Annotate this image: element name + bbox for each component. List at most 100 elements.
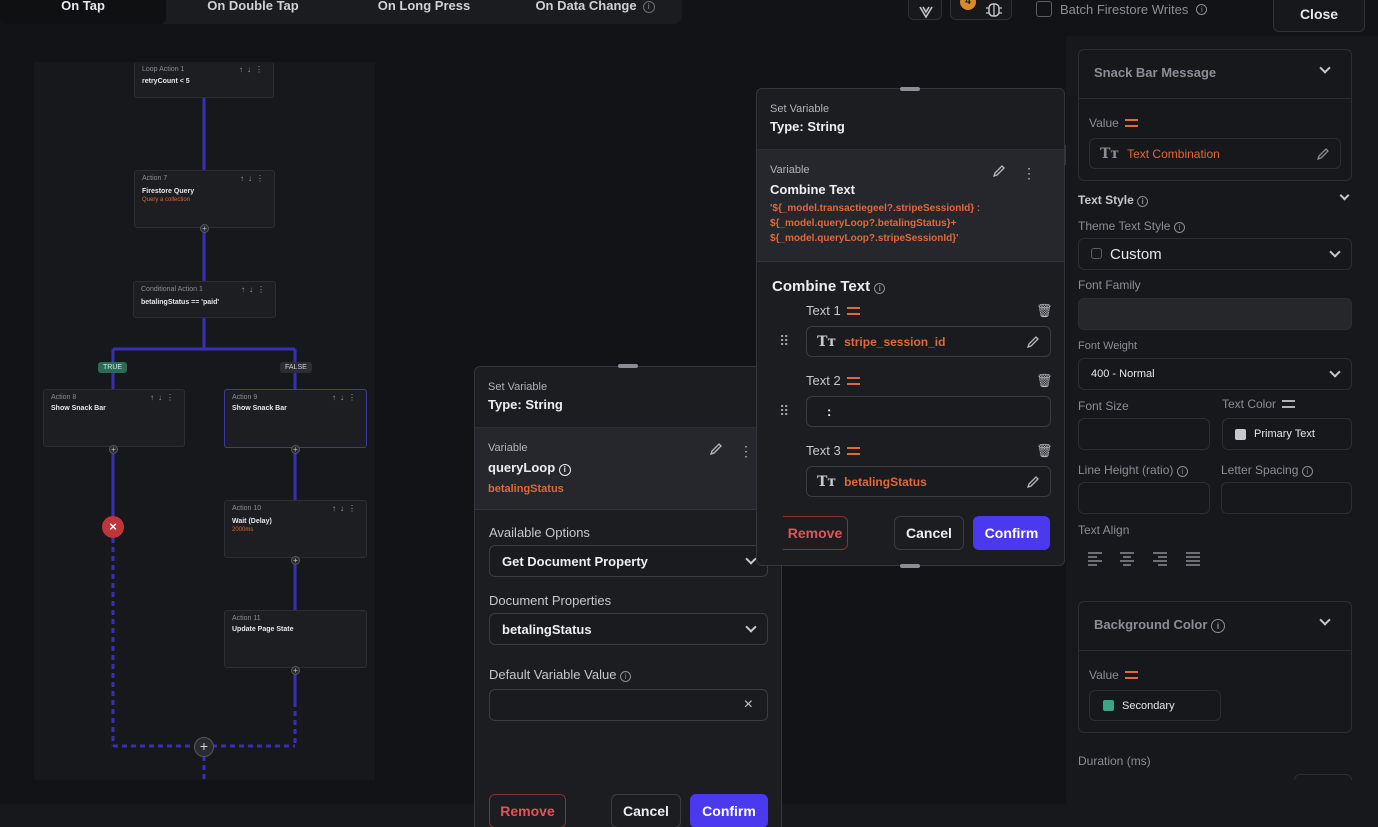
value-label: Value bbox=[1089, 116, 1138, 130]
available-options-label: Available Options bbox=[489, 525, 590, 540]
line-height-input[interactable] bbox=[1078, 482, 1210, 514]
clear-icon[interactable]: × bbox=[744, 696, 753, 714]
node-controls[interactable]: ↑↓⋮ bbox=[332, 393, 360, 402]
text-color-value: Primary Text bbox=[1254, 428, 1315, 440]
node-title: Update Page State bbox=[232, 626, 294, 633]
variable-section: Variable queryLoop i betalingStatus ⋮ bbox=[475, 428, 781, 510]
available-options-dropdown[interactable]: Get Document Property bbox=[489, 545, 768, 577]
node-controls[interactable]: ↑↓⋮ bbox=[150, 393, 178, 402]
node-title: Wait (Delay) bbox=[232, 518, 272, 525]
action-9-node[interactable]: Action 9 Show Snack Bar ↑↓⋮ bbox=[224, 389, 367, 448]
debug-icon-button[interactable] bbox=[908, 0, 942, 20]
chevron-down-icon[interactable] bbox=[1339, 190, 1350, 201]
drag-handle[interactable] bbox=[618, 364, 638, 368]
add-action-button[interactable]: + bbox=[291, 556, 300, 565]
align-left-icon bbox=[1088, 552, 1102, 566]
value-field[interactable]: Tт Text Combination bbox=[1089, 138, 1341, 169]
info-icon: i bbox=[620, 671, 632, 682]
duration-input[interactable] bbox=[1294, 774, 1352, 780]
text-color-label-text: Text Color bbox=[1222, 397, 1277, 411]
edit-icon[interactable] bbox=[992, 164, 1006, 178]
drag-handle-icon[interactable]: ⠿ bbox=[779, 333, 789, 350]
trash-icon[interactable]: 🗑 bbox=[1036, 443, 1053, 459]
options-icon[interactable] bbox=[846, 446, 860, 456]
confirm-button[interactable]: Confirm bbox=[973, 516, 1050, 550]
remove-button[interactable]: Remove bbox=[489, 794, 566, 827]
add-action-button[interactable]: + bbox=[200, 224, 209, 233]
edit-icon[interactable] bbox=[709, 442, 723, 456]
tab-on-data-change[interactable]: On Data Change i bbox=[508, 0, 682, 24]
drag-handle[interactable] bbox=[900, 87, 920, 91]
action-11-node[interactable]: Action 11 Update Page State bbox=[224, 610, 367, 668]
options-icon[interactable] bbox=[846, 376, 860, 386]
add-action-button[interactable]: + bbox=[291, 445, 300, 454]
tab-on-tap[interactable]: On Tap bbox=[0, 0, 166, 24]
close-button[interactable]: Close bbox=[1273, 0, 1365, 32]
drag-handle-icon[interactable]: ⠿ bbox=[779, 403, 789, 420]
letter-spacing-input[interactable] bbox=[1221, 482, 1352, 514]
more-icon[interactable]: ⋮ bbox=[1022, 165, 1048, 181]
node-controls[interactable]: ↑↓⋮ bbox=[241, 285, 269, 294]
add-action-button[interactable]: + bbox=[291, 666, 300, 675]
options-icon[interactable] bbox=[1124, 670, 1138, 680]
edit-icon[interactable] bbox=[1316, 147, 1330, 161]
drag-handle[interactable] bbox=[900, 564, 920, 568]
panel-header-type: Type: String bbox=[488, 397, 563, 412]
text-style-label-text: Text Style bbox=[1078, 193, 1134, 207]
font-weight-value: 400 - Normal bbox=[1091, 368, 1155, 380]
combine-text-title: Combine Text i bbox=[772, 278, 886, 295]
conditional-action-node[interactable]: Conditional Action 1 betalingStatus == '… bbox=[133, 281, 276, 318]
options-icon[interactable] bbox=[1124, 118, 1138, 128]
node-controls[interactable]: ↑↓⋮ bbox=[239, 65, 267, 74]
font-family-input[interactable] bbox=[1078, 298, 1352, 330]
background-color-picker[interactable]: Secondary bbox=[1089, 690, 1221, 721]
add-action-button[interactable]: + bbox=[109, 445, 118, 454]
value-label-text: Value bbox=[1089, 116, 1119, 130]
batch-writes-checkbox[interactable] bbox=[1036, 1, 1052, 17]
edit-icon[interactable] bbox=[1026, 335, 1040, 349]
trash-icon[interactable]: 🗑 bbox=[1036, 373, 1053, 389]
terminate-icon[interactable]: × bbox=[102, 516, 124, 538]
text-3-field[interactable]: Tт betalingStatus bbox=[806, 466, 1051, 497]
font-weight-dropdown[interactable]: 400 - Normal bbox=[1078, 358, 1352, 390]
chevron-down-icon bbox=[1329, 246, 1341, 258]
document-properties-dropdown[interactable]: betalingStatus bbox=[489, 613, 768, 645]
text-color-picker[interactable]: Primary Text bbox=[1222, 418, 1352, 450]
info-icon: i bbox=[1176, 466, 1188, 477]
chevron-down-icon[interactable] bbox=[1319, 614, 1331, 626]
variable-name-text: queryLoop bbox=[488, 460, 556, 475]
chevron-down-icon[interactable] bbox=[1319, 62, 1331, 74]
color-swatch bbox=[1235, 428, 1246, 440]
loop-action-node[interactable]: Loop Action 1 retryCount < 5 ↑↓⋮ bbox=[134, 62, 274, 98]
cancel-button[interactable]: Cancel bbox=[894, 516, 964, 550]
text-2-field[interactable]: : bbox=[806, 396, 1051, 427]
theme-text-style-dropdown[interactable]: Custom bbox=[1078, 238, 1352, 270]
text-1-field[interactable]: Tт stripe_session_id bbox=[806, 326, 1051, 357]
action-10-node[interactable]: Action 10 Wait (Delay) 2000ms ↑↓⋮ bbox=[224, 500, 367, 558]
tab-on-data-change-label: On Data Change bbox=[535, 0, 637, 13]
font-size-input[interactable] bbox=[1078, 418, 1210, 450]
remove-button[interactable]: Remove bbox=[783, 516, 848, 550]
font-size-label: Font Size bbox=[1078, 399, 1129, 413]
info-icon: i bbox=[1173, 222, 1185, 233]
batch-writes-toggle[interactable]: Batch Firestore Writes i bbox=[1036, 1, 1208, 17]
options-icon[interactable] bbox=[846, 306, 860, 316]
default-value-input[interactable]: × bbox=[489, 689, 768, 721]
action-8-node[interactable]: Action 8 Show Snack Bar ↑↓⋮ bbox=[43, 389, 185, 447]
confirm-button[interactable]: Confirm bbox=[690, 794, 768, 827]
background-color-section: Background Color i Value Secondary bbox=[1078, 601, 1352, 733]
tab-on-double-tap[interactable]: On Double Tap bbox=[166, 0, 340, 24]
edit-icon[interactable] bbox=[1026, 475, 1040, 489]
node-controls[interactable]: ↑↓⋮ bbox=[240, 174, 268, 183]
tab-on-long-press[interactable]: On Long Press bbox=[340, 0, 508, 24]
trash-icon[interactable]: 🗑 bbox=[1036, 303, 1053, 319]
color-swatch bbox=[1103, 700, 1114, 711]
cancel-button[interactable]: Cancel bbox=[611, 794, 681, 827]
bg-value-label-text: Value bbox=[1089, 668, 1119, 682]
action-7-node[interactable]: Action 7 Firestore Query Query a collect… bbox=[134, 170, 275, 228]
text-3-label-text: Text 3 bbox=[806, 443, 841, 458]
options-icon[interactable] bbox=[1282, 399, 1296, 409]
add-action-button[interactable]: + bbox=[194, 737, 214, 757]
action-flow-canvas[interactable]: Loop Action 1 retryCount < 5 ↑↓⋮ Action … bbox=[34, 62, 375, 780]
node-controls[interactable]: ↑↓⋮ bbox=[332, 504, 360, 513]
